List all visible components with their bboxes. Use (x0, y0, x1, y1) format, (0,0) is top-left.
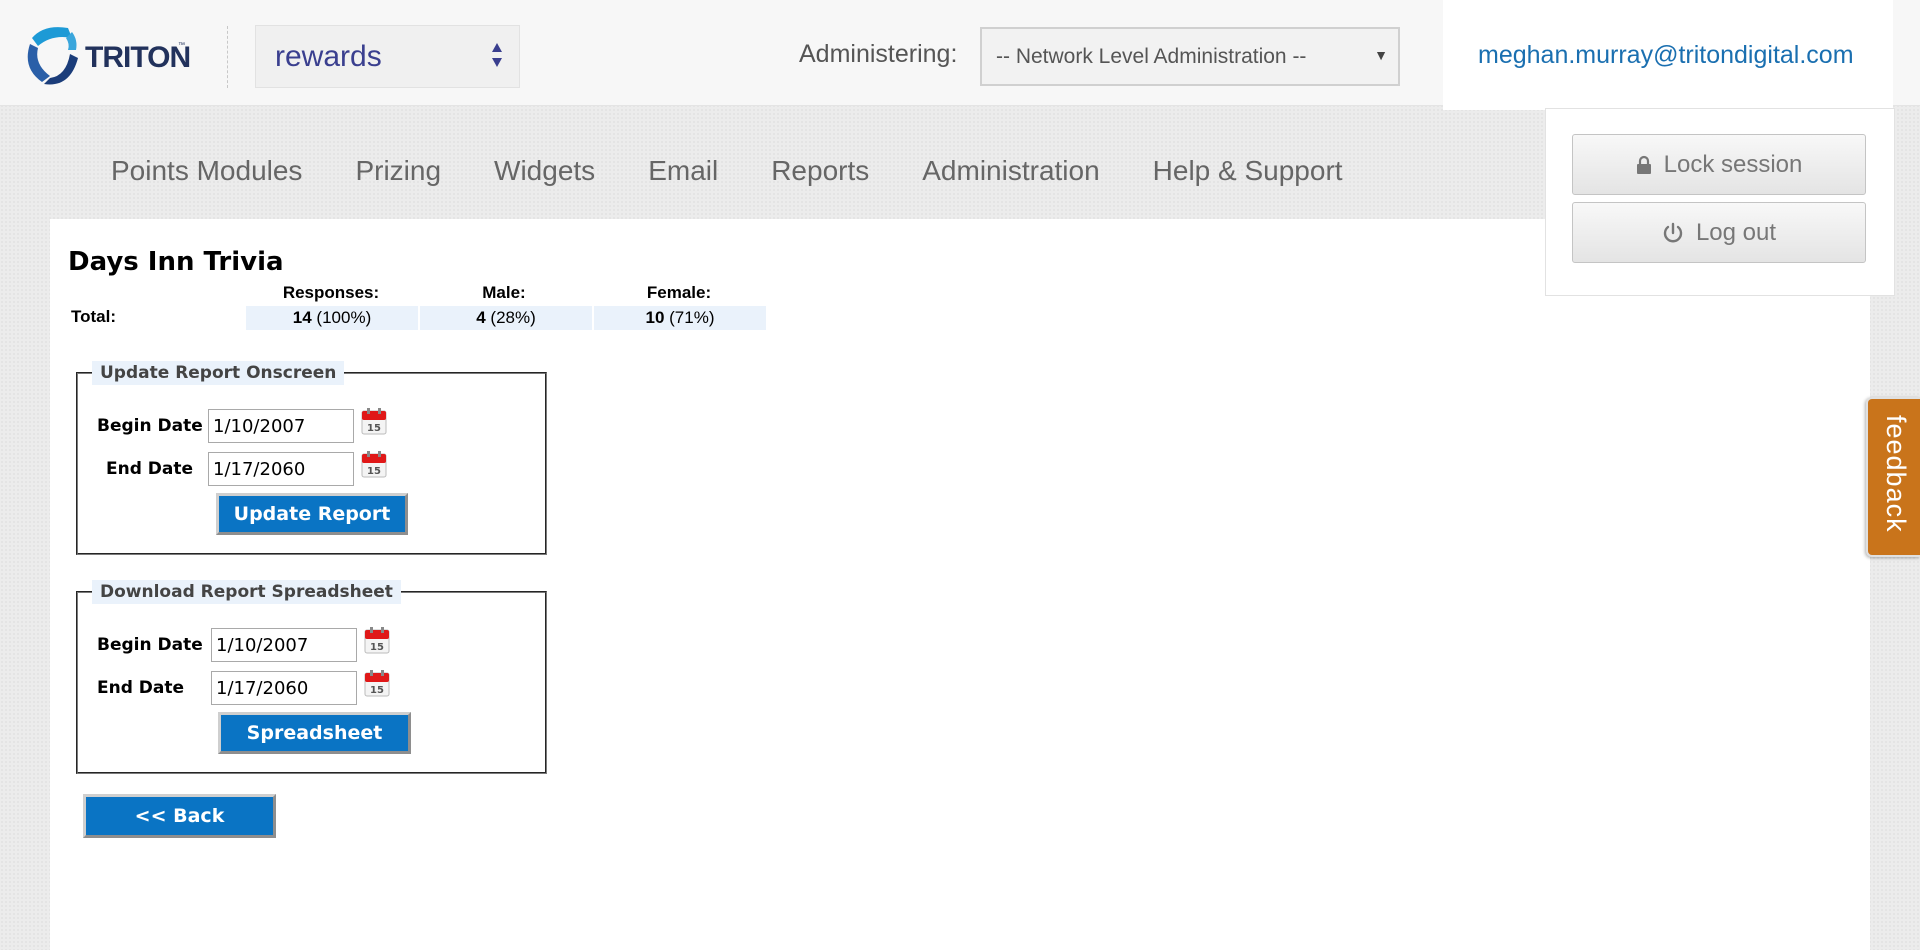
app-select[interactable]: rewards (255, 25, 520, 88)
total-label: Total: (71, 307, 117, 326)
calendar-icon[interactable]: 15 (361, 450, 387, 478)
log-out-label: Log out (1695, 218, 1777, 246)
triton-logo[interactable]: TRITON ™ (26, 24, 191, 86)
svg-text:15: 15 (367, 423, 381, 434)
female-count: 10 (645, 308, 665, 327)
female-percent: (71%) (669, 308, 715, 327)
lock-session-label: Lock session (1663, 150, 1803, 178)
main-nav: Points Modules Prizing Widgets Email Rep… (111, 155, 1396, 189)
lock-icon (1636, 155, 1651, 174)
male-total-cell: 4 (28%) (420, 306, 592, 330)
chevron-down-icon: ▼ (1374, 47, 1388, 63)
header-divider (227, 26, 228, 88)
male-header: Male: (482, 283, 526, 302)
responses-count: 14 (292, 308, 312, 327)
page-title: Days Inn Trivia (68, 247, 284, 277)
end-date-label: End Date (106, 459, 194, 479)
feedback-label: feedback (1881, 415, 1911, 533)
end-date-input[interactable] (208, 452, 354, 486)
update-report-legend: Update Report Onscreen (92, 361, 345, 385)
begin-date-label: Begin Date (97, 635, 203, 655)
responses-percent: (100%) (316, 308, 372, 327)
svg-text:15: 15 (367, 466, 381, 477)
log-out-button[interactable]: Log out (1572, 202, 1866, 263)
lock-session-button[interactable]: Lock session (1572, 134, 1866, 195)
begin-date-input[interactable] (211, 628, 357, 662)
power-icon (1663, 222, 1683, 242)
trademark-mark: ™ (178, 42, 185, 49)
nav-item-email[interactable]: Email (648, 155, 718, 189)
triton-logo-icon (27, 27, 78, 85)
begin-date-label: Begin Date (97, 416, 203, 436)
responses-total-cell: 14 (100%) (246, 306, 418, 330)
male-percent: (28%) (490, 308, 536, 327)
user-email-link[interactable]: meghan.murray@tritondigital.com (1478, 41, 1854, 70)
nav-item-widgets[interactable]: Widgets (494, 155, 595, 189)
end-date-label: End Date (97, 678, 185, 698)
nav-item-administration[interactable]: Administration (922, 155, 1099, 189)
administering-label: Administering: (799, 40, 958, 68)
administering-select-value: -- Network Level Administration -- (996, 45, 1307, 68)
nav-item-reports[interactable]: Reports (771, 155, 869, 189)
main-panel: Days Inn Trivia Responses: Male: Female:… (50, 219, 1870, 950)
app-select-value: rewards (275, 40, 382, 73)
nav-item-help-support[interactable]: Help & Support (1153, 155, 1343, 189)
feedback-tab[interactable]: feedback (1866, 397, 1920, 557)
male-count: 4 (476, 308, 486, 327)
up-down-arrows-icon (492, 43, 502, 67)
top-header: TRITON ™ rewards Administering: -- Netwo… (0, 0, 1920, 110)
end-date-input[interactable] (211, 671, 357, 705)
calendar-icon[interactable]: 15 (364, 626, 390, 654)
administering-select[interactable]: -- Network Level Administration -- ▼ (980, 27, 1400, 86)
female-total-cell: 10 (71%) (594, 306, 766, 330)
begin-date-input[interactable] (208, 409, 354, 443)
nav-item-prizing[interactable]: Prizing (355, 155, 441, 189)
spreadsheet-button[interactable]: Spreadsheet (218, 712, 411, 754)
calendar-icon[interactable]: 15 (364, 669, 390, 697)
download-spreadsheet-legend: Download Report Spreadsheet (92, 580, 401, 604)
user-panel: meghan.murray@tritondigital.com (1443, 0, 1893, 110)
user-dropdown-menu: Lock session Log out (1545, 108, 1895, 296)
responses-header: Responses: (282, 283, 380, 302)
update-report-button[interactable]: Update Report (216, 493, 408, 535)
svg-text:15: 15 (370, 642, 384, 653)
female-header: Female: (646, 283, 712, 302)
back-button[interactable]: << Back (83, 794, 276, 838)
svg-text:15: 15 (370, 685, 384, 696)
calendar-icon[interactable]: 15 (361, 407, 387, 435)
logo-wordmark: TRITON (85, 41, 191, 74)
nav-item-points-modules[interactable]: Points Modules (111, 155, 302, 189)
